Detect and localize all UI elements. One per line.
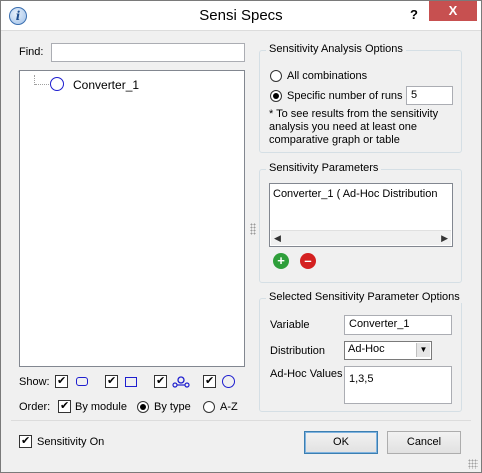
help-button[interactable]: ? [401,5,427,25]
sensitivity-on-checkbox[interactable] [19,434,32,448]
selected-options-group: Selected Sensitivity Parameter Options V… [259,291,463,412]
distribution-value: Ad-Hoc [348,343,385,355]
analysis-options-group: Sensitivity Analysis Options All combina… [259,43,462,153]
variable-label: Variable [270,319,310,331]
scroll-right-icon[interactable]: ▶ [441,233,448,244]
by-module-label: By module [75,401,127,413]
variable-tree[interactable]: Converter_1 [19,70,245,367]
module-rect-icon [125,377,137,387]
show-label: Show: [19,376,50,388]
all-combinations-radio[interactable] [270,70,282,82]
converter-circle-icon [222,375,235,388]
specific-runs-radio[interactable] [270,90,282,102]
parameters-title: Sensitivity Parameters [266,162,382,174]
tree-connector [35,84,49,85]
close-icon: X [448,3,458,18]
resize-grip[interactable] [468,459,478,469]
close-button[interactable]: X [429,1,477,21]
find-label: Find: [19,46,44,58]
add-icon[interactable]: + [273,253,289,269]
selected-options-title: Selected Sensitivity Parameter Options [266,291,463,303]
horizontal-scrollbar[interactable]: ◀ ▶ [271,230,451,245]
stock-rounded-rect-icon [76,377,88,386]
splitter-grip[interactable] [250,223,256,235]
parameters-list[interactable]: Converter_1 ( Ad-Hoc Distribution ◀ ▶ [269,183,453,247]
parameters-group: Sensitivity Parameters Converter_1 ( Ad-… [259,162,462,283]
ok-button[interactable]: OK [304,431,378,454]
sensi-specs-dialog: i Sensi Specs ? X Find: Converter_1 Show… [0,0,482,473]
chevron-down-icon: ▼ [416,343,430,357]
distribution-select[interactable]: Ad-Hoc ▼ [344,341,432,360]
variable-field[interactable]: Converter_1 [344,315,452,335]
analysis-note: * To see results from the sensitivity an… [269,108,439,146]
scroll-left-icon[interactable]: ◀ [274,233,281,244]
runs-input[interactable]: 5 [406,86,453,105]
adhoc-values-label: Ad-Hoc Values [270,368,343,380]
specific-runs-label: Specific number of runs [287,90,403,102]
sensitivity-on-label: Sensitivity On [37,436,105,448]
by-module-checkbox[interactable] [58,399,71,413]
title-bar: i Sensi Specs ? X [1,1,481,31]
all-combinations-label: All combinations [287,70,368,82]
flow-icon [172,376,190,388]
az-radio[interactable] [203,401,215,413]
divider [11,420,471,421]
converter-circle-icon [50,77,64,91]
show-stock-checkbox[interactable] [55,374,68,388]
az-label: A-Z [220,401,238,413]
show-converter-checkbox[interactable] [203,374,216,388]
tree-item-converter[interactable]: Converter_1 [73,78,139,92]
order-label: Order: [19,401,51,413]
parameter-item[interactable]: Converter_1 ( Ad-Hoc Distribution [273,188,437,200]
analysis-options-title: Sensitivity Analysis Options [266,43,406,55]
show-module-checkbox[interactable] [105,374,118,388]
by-type-label: By type [154,401,191,413]
distribution-label: Distribution [270,345,326,357]
find-input[interactable] [51,43,245,62]
cancel-button[interactable]: Cancel [387,431,461,454]
show-flow-checkbox[interactable] [154,374,167,388]
remove-icon[interactable]: – [300,253,316,269]
adhoc-values-input[interactable]: 1,3,5 [344,366,452,404]
by-type-radio[interactable] [137,401,149,413]
